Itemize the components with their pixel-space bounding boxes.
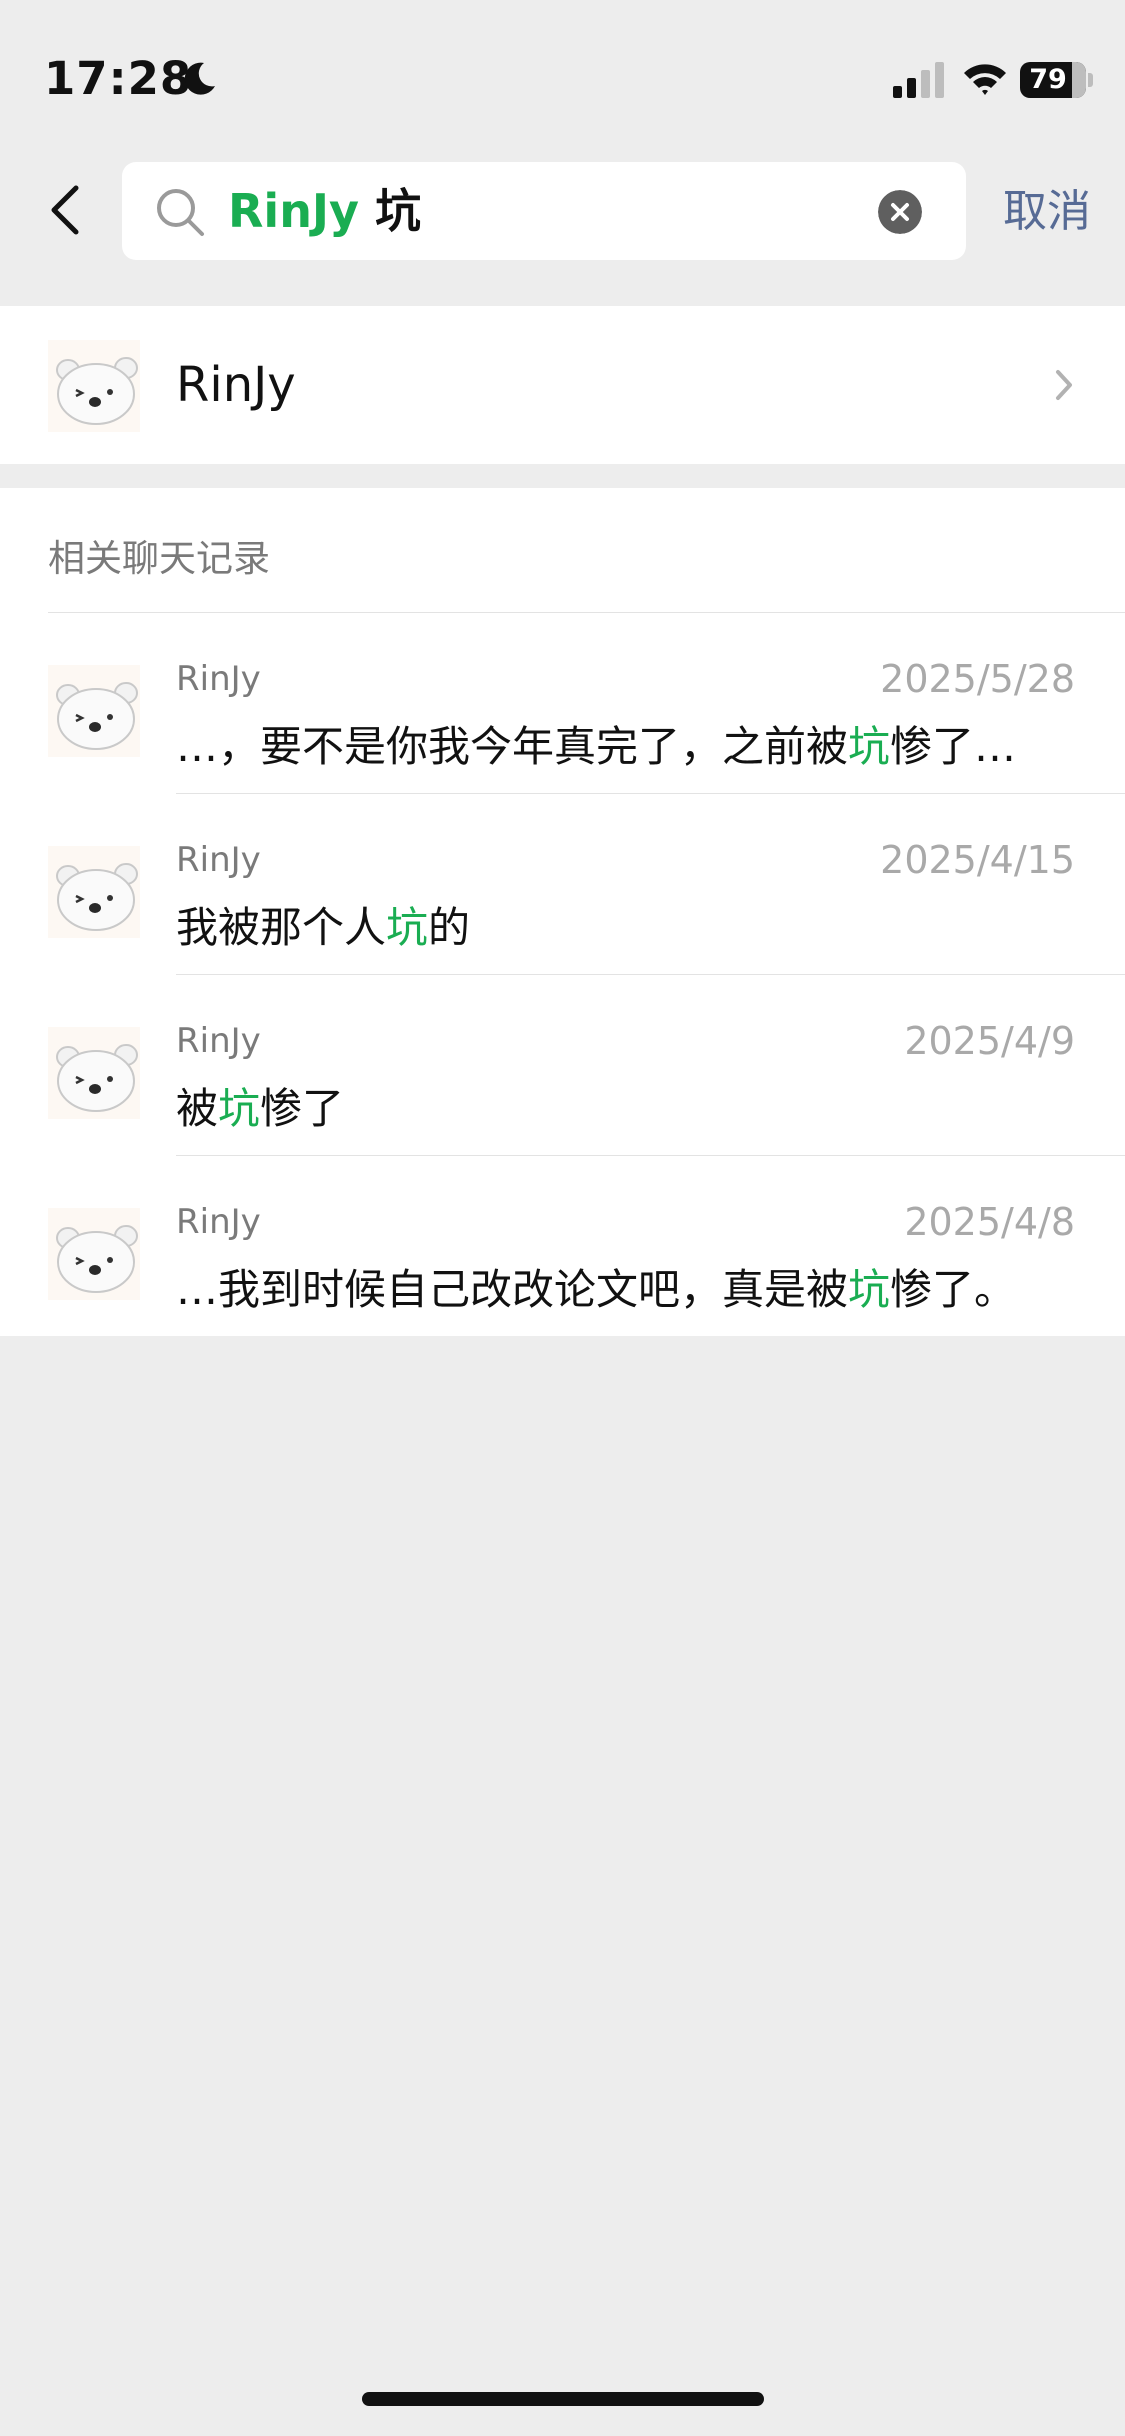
bear-avatar-icon: [48, 665, 140, 757]
avatar: [48, 340, 140, 432]
avatar: [48, 1208, 140, 1300]
battery-indicator: 79: [1020, 62, 1093, 98]
record-date: 2025/5/28: [880, 657, 1075, 701]
record-snippet: 被坑惨了: [176, 1075, 344, 1136]
search-query-term: 坑: [375, 184, 422, 238]
avatar: [48, 665, 140, 757]
record-date: 2025/4/9: [904, 1019, 1075, 1063]
snippet-highlight: 坑: [386, 903, 429, 952]
snippet-text: …我到时候自己改改论文吧，真是被: [176, 1265, 849, 1314]
snippet-highlight: 坑: [848, 722, 891, 771]
snippet-text: 惨了。: [890, 1265, 1017, 1314]
snippet-text: 惨了…: [890, 722, 1017, 771]
status-bar: 17:28 79: [0, 0, 1125, 160]
related-chat-records: 相关聊天记录 RinJy 2025/5/28 …，要不是你我今年真完了，之前被坑…: [0, 488, 1125, 1336]
chat-record-item[interactable]: RinJy 2025/4/9 被坑惨了: [0, 975, 1125, 1156]
bear-avatar-icon: [48, 1208, 140, 1300]
cellular-signal-icon: [893, 62, 944, 98]
record-date: 2025/4/8: [904, 1200, 1075, 1244]
clear-search-button[interactable]: [878, 190, 922, 234]
battery-level: 79: [1029, 64, 1067, 95]
wifi-icon: [964, 64, 1006, 95]
snippet-highlight: 坑: [218, 1084, 261, 1133]
record-snippet: …我到时候自己改改论文吧，真是被坑惨了。: [176, 1256, 1016, 1317]
status-time: 17:28: [44, 52, 193, 105]
chat-record-item[interactable]: RinJy 2025/5/28 …，要不是你我今年真完了，之前被坑惨了…: [0, 613, 1125, 794]
snippet-highlight: 坑: [848, 1265, 891, 1314]
battery-icon: 79: [1020, 62, 1086, 98]
snippet-text: 的: [428, 903, 471, 952]
chat-record-item[interactable]: RinJy 2025/4/8 …我到时候自己改改论文吧，真是被坑惨了。: [0, 1156, 1125, 1336]
avatar: [48, 1027, 140, 1119]
home-indicator[interactable]: [362, 2392, 764, 2406]
search-input[interactable]: RinJy 坑: [122, 162, 966, 260]
record-sender: RinJy: [176, 1202, 261, 1242]
moon-icon: [184, 62, 215, 95]
cancel-button[interactable]: 取消: [1003, 170, 1091, 254]
chevron-right-icon: [1056, 370, 1072, 400]
contact-name: RinJy: [176, 357, 296, 413]
record-sender: RinJy: [176, 840, 261, 880]
record-sender: RinJy: [176, 1021, 261, 1061]
record-sender: RinJy: [176, 659, 261, 699]
search-icon: [157, 189, 204, 236]
bear-avatar-icon: [48, 1027, 140, 1119]
search-query[interactable]: RinJy 坑: [228, 162, 421, 260]
section-title: 相关聊天记录: [48, 537, 270, 580]
avatar: [48, 846, 140, 938]
snippet-text: 我被那个人: [176, 903, 387, 952]
snippet-text: 惨了: [260, 1084, 345, 1133]
record-snippet: 我被那个人坑的: [176, 894, 470, 955]
snippet-text: …，要不是你我今年真完了，之前被: [176, 722, 849, 771]
battery-tip: [1088, 73, 1093, 87]
back-button[interactable]: [40, 170, 100, 250]
snippet-text: 被: [176, 1084, 219, 1133]
record-date: 2025/4/15: [880, 838, 1075, 882]
record-snippet: …，要不是你我今年真完了，之前被坑惨了…: [176, 713, 1016, 774]
contact-result-row[interactable]: RinJy: [0, 306, 1125, 464]
chat-record-item[interactable]: RinJy 2025/4/15 我被那个人坑的: [0, 794, 1125, 975]
search-query-contact-tag: RinJy: [228, 184, 360, 238]
bear-avatar-icon: [48, 340, 140, 432]
bear-avatar-icon: [48, 846, 140, 938]
